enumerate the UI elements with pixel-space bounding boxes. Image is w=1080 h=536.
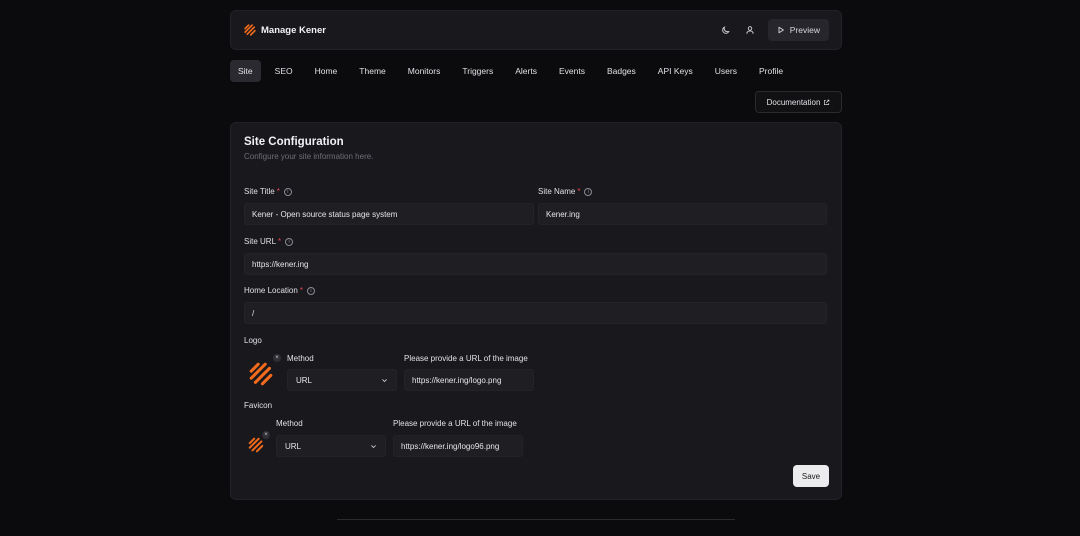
logo-method-value: URL	[296, 375, 313, 385]
site-name-input[interactable]: Kener.ing	[538, 203, 827, 225]
site-url-input[interactable]: https://kener.ing	[244, 253, 827, 275]
tab-seo[interactable]: SEO	[267, 60, 301, 82]
required-marker: *	[299, 286, 303, 295]
kener-logo-icon	[244, 24, 256, 36]
site-title-label: Site Title * i	[244, 187, 292, 196]
favicon-label: Favicon	[244, 401, 272, 410]
logo-url-label: Please provide a URL of the image	[404, 354, 528, 363]
tab-api-keys[interactable]: API Keys	[650, 60, 701, 82]
preview-label: Preview	[789, 25, 820, 35]
site-title-label-text: Site Title	[244, 187, 275, 196]
kener-logo-icon	[248, 437, 264, 453]
logo-method-select[interactable]: URL	[287, 369, 397, 391]
home-location-label: Home Location * i	[244, 286, 315, 295]
favicon-method-select[interactable]: URL	[276, 435, 386, 457]
site-url-label: Site URL * i	[244, 237, 294, 246]
top-header: Manage Kener Preview	[230, 10, 842, 50]
app-title: Manage Kener	[261, 24, 326, 36]
home-location-label-text: Home Location	[244, 286, 298, 295]
remove-favicon-icon[interactable]: ×	[262, 431, 270, 439]
tab-triggers[interactable]: Triggers	[454, 60, 501, 82]
tab-events[interactable]: Events	[551, 60, 593, 82]
tab-alerts[interactable]: Alerts	[507, 60, 545, 82]
favicon-method-label: Method	[276, 419, 303, 428]
external-link-icon	[824, 99, 830, 105]
card-subtitle: Configure your site information here.	[244, 152, 374, 161]
favicon-url-label: Please provide a URL of the image	[393, 419, 517, 428]
required-marker: *	[276, 187, 280, 196]
tab-profile[interactable]: Profile	[751, 60, 791, 82]
play-icon	[778, 26, 784, 34]
favicon-url-input[interactable]: https://kener.ing/logo96.png	[393, 435, 523, 457]
logo-label-text: Logo	[244, 336, 262, 345]
info-icon[interactable]: i	[584, 187, 593, 196]
documentation-button[interactable]: Documentation	[755, 91, 842, 113]
site-title-input[interactable]: Kener - Open source status page system	[244, 203, 534, 225]
required-marker: *	[577, 187, 581, 196]
favicon-method-value: URL	[285, 441, 302, 451]
footer-divider	[337, 519, 735, 520]
required-marker: *	[278, 237, 282, 246]
logo-preview	[245, 358, 277, 390]
theme-moon-icon[interactable]	[720, 24, 732, 36]
logo-url-input[interactable]: https://kener.ing/logo.png	[404, 369, 534, 391]
save-button[interactable]: Save	[793, 465, 829, 487]
kener-logo-icon	[249, 362, 273, 386]
logo-label: Logo	[244, 336, 262, 345]
home-location-input[interactable]: /	[244, 302, 827, 324]
logo-method-label: Method	[287, 354, 314, 363]
preview-button[interactable]: Preview	[767, 19, 829, 41]
documentation-label: Documentation	[766, 97, 821, 107]
tab-users[interactable]: Users	[707, 60, 745, 82]
info-icon[interactable]: i	[306, 286, 315, 295]
chevron-down-icon	[382, 378, 387, 382]
site-name-label: Site Name * i	[538, 187, 593, 196]
favicon-label-text: Favicon	[244, 401, 273, 410]
card-title: Site Configuration	[244, 136, 344, 148]
info-icon[interactable]: i	[283, 187, 292, 196]
site-configuration-card: Site Configuration Configure your site i…	[230, 122, 842, 500]
tab-badges[interactable]: Badges	[599, 60, 644, 82]
site-url-label-text: Site URL	[244, 237, 277, 246]
remove-logo-icon[interactable]: ×	[273, 354, 281, 362]
tab-home[interactable]: Home	[307, 60, 346, 82]
site-name-label-text: Site Name	[538, 187, 576, 196]
nav-tabs: Site SEO Home Theme Monitors Triggers Al…	[230, 60, 797, 82]
tab-site[interactable]: Site	[230, 60, 261, 82]
tab-monitors[interactable]: Monitors	[400, 60, 449, 82]
chevron-down-icon	[371, 444, 376, 448]
info-icon[interactable]: i	[285, 237, 294, 246]
user-icon[interactable]	[744, 24, 756, 36]
tab-theme[interactable]: Theme	[351, 60, 393, 82]
brand[interactable]: Manage Kener	[243, 23, 326, 37]
